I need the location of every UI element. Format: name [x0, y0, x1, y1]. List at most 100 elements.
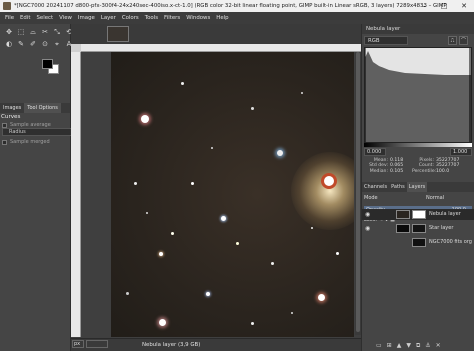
- menu-windows[interactable]: Windows: [183, 15, 213, 21]
- delete-layer-icon[interactable]: ✕: [436, 342, 441, 349]
- tab-channels[interactable]: Channels: [362, 182, 389, 192]
- layer-mode-row: Mode Normal: [364, 194, 472, 203]
- new-layer-group-icon[interactable]: ▭: [376, 342, 382, 349]
- layer-mask-thumbnail: [412, 210, 426, 219]
- zoom-select[interactable]: [86, 340, 108, 348]
- range-min-input[interactable]: 0.000: [364, 148, 386, 156]
- star: [211, 147, 213, 149]
- eye-icon[interactable]: ◉: [365, 209, 373, 220]
- star: [291, 312, 293, 314]
- layer-mask-thumbnail: [412, 224, 426, 233]
- sample-merged-label: Sample merged: [10, 139, 50, 145]
- paintbrush-tool-icon[interactable]: ✎: [16, 39, 26, 49]
- anchor-layer-icon[interactable]: ⚓: [425, 342, 430, 349]
- close-button[interactable]: ✕: [454, 0, 474, 12]
- histogram-graph[interactable]: [364, 47, 472, 143]
- star: [301, 92, 303, 94]
- tab-tool-options[interactable]: Tool Options: [24, 103, 61, 113]
- tab-paths[interactable]: Paths: [389, 182, 407, 192]
- left-dock-tabs: Images Tool Options: [0, 103, 70, 113]
- layers-dock-tabs: Channels Paths Layers: [362, 182, 474, 192]
- layer-thumbnail: [396, 210, 410, 219]
- star: [236, 242, 239, 245]
- bright-star-glow: [291, 152, 354, 230]
- scrollbar-thumb[interactable]: [356, 52, 360, 332]
- star: [271, 262, 274, 265]
- maximize-button[interactable]: □: [434, 0, 454, 12]
- menu-tools[interactable]: Tools: [142, 15, 161, 21]
- star: [251, 107, 254, 110]
- window-titlebar: *[NGC7000 20241107 d800-pfx-300f4-24x240…: [0, 0, 474, 12]
- eye-icon[interactable]: ◉: [365, 223, 373, 234]
- menu-layer[interactable]: Layer: [98, 15, 119, 21]
- histogram-gradient[interactable]: [364, 143, 472, 147]
- layer-name: NGC7000 fits org: [429, 239, 472, 245]
- ruler-corner[interactable]: [71, 44, 81, 52]
- star: [336, 252, 339, 255]
- histogram-scale-buttons: ⎍ ⌒: [448, 36, 468, 45]
- range-max-input[interactable]: 1.000: [450, 148, 472, 156]
- new-layer-icon[interactable]: ⊞: [387, 342, 392, 349]
- move-tool-icon[interactable]: ✥: [4, 27, 14, 37]
- rect-select-tool-icon[interactable]: ⬚: [16, 27, 26, 37]
- horizontal-ruler[interactable]: [81, 44, 361, 52]
- star: [126, 292, 129, 295]
- unit-select[interactable]: px: [72, 340, 84, 348]
- menubar: File Edit Select View Image Layer Colors…: [0, 12, 474, 24]
- pencil-tool-icon[interactable]: ✐: [28, 39, 38, 49]
- raise-layer-icon[interactable]: ▲: [397, 342, 402, 349]
- fg-bg-color-swatch[interactable]: [40, 57, 60, 75]
- image-tab-thumbnail[interactable]: [107, 26, 129, 42]
- histogram-channel-select[interactable]: RGB: [364, 36, 408, 45]
- star: [191, 182, 194, 185]
- sample-average-checkbox[interactable]: [2, 122, 7, 128]
- foreground-color[interactable]: [42, 59, 53, 69]
- right-dock: Nebula layer RGB ⎍ ⌒ 0.000 1.000 Mean: 0…: [361, 24, 474, 351]
- gimp-app-icon: [3, 2, 11, 10]
- histogram-curve: [364, 48, 471, 142]
- scissors-tool-icon[interactable]: ✂: [40, 27, 50, 37]
- log-scale-icon[interactable]: ⌒: [459, 36, 468, 45]
- star: [206, 292, 210, 296]
- star: [251, 322, 254, 325]
- layer-row[interactable]: NGC7000 fits org: [362, 237, 474, 248]
- sample-merged-checkbox[interactable]: [2, 139, 7, 145]
- image-canvas[interactable]: [111, 52, 354, 337]
- mode-label: Mode: [364, 195, 378, 201]
- star: [146, 212, 148, 214]
- lower-layer-icon[interactable]: ▼: [406, 342, 411, 349]
- layer-row[interactable]: ◉ Star layer: [362, 223, 474, 234]
- star: [159, 252, 163, 256]
- layer-row[interactable]: ◉ Nebula layer: [362, 209, 474, 220]
- menu-edit[interactable]: Edit: [17, 15, 33, 21]
- vertical-ruler[interactable]: [71, 52, 81, 337]
- duplicate-layer-icon[interactable]: ⧉: [416, 342, 420, 350]
- star: [311, 227, 313, 229]
- free-select-tool-icon[interactable]: ⌓: [28, 27, 38, 37]
- menu-view[interactable]: View: [56, 15, 75, 21]
- color-picker-tool-icon[interactable]: ⌖: [52, 39, 62, 49]
- window-title: *[NGC7000 20241107 d800-pfx-300f4-24x240…: [14, 3, 447, 9]
- status-bar: Nebula layer (3,9 GB): [71, 338, 361, 351]
- layers-footer: ▭ ⊞ ▲ ▼ ⧉ ⚓ ✕: [362, 340, 474, 351]
- menu-filters[interactable]: Filters: [161, 15, 183, 21]
- menu-image[interactable]: Image: [75, 15, 98, 21]
- layer-thumbnail: [396, 224, 410, 233]
- canvas-area: [71, 24, 361, 351]
- clone-tool-icon[interactable]: ⊙: [40, 39, 50, 49]
- tab-layers[interactable]: Layers: [406, 182, 428, 192]
- toolbox: ✥ ⬚ ⌓ ✂ ⤡ ⟲ ◐ ✎ ✐ ⊙ ⌖ A Images Tool Opti…: [0, 24, 99, 351]
- menu-file[interactable]: File: [2, 15, 17, 21]
- star: [318, 294, 325, 301]
- minimize-button[interactable]: –: [414, 0, 434, 12]
- mode-select[interactable]: Normal: [426, 194, 444, 203]
- fill-tool-icon[interactable]: ◐: [4, 39, 14, 49]
- linear-scale-icon[interactable]: ⎍: [448, 36, 457, 45]
- menu-select[interactable]: Select: [33, 15, 56, 21]
- tab-images[interactable]: Images: [0, 103, 24, 113]
- menu-colors[interactable]: Colors: [119, 15, 142, 21]
- histogram-tab[interactable]: Nebula layer: [362, 24, 474, 34]
- star: [171, 232, 174, 235]
- menu-help[interactable]: Help: [213, 15, 231, 21]
- transform-tool-icon[interactable]: ⤡: [52, 27, 62, 37]
